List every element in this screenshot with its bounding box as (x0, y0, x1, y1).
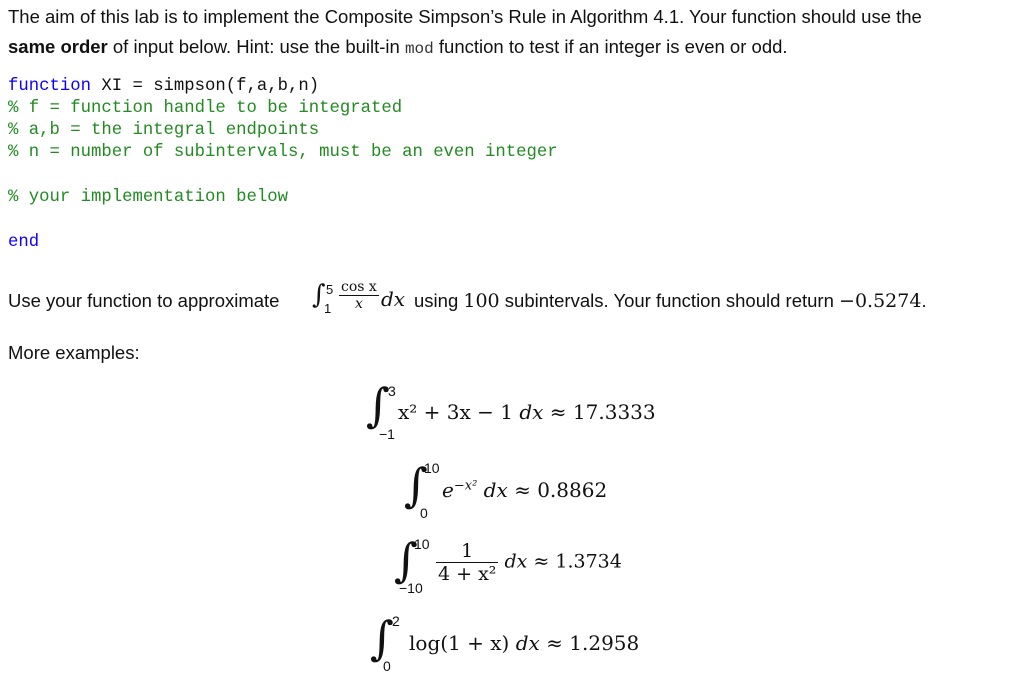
task-middle: using 100 subintervals. Your function sh… (414, 290, 927, 312)
differential: dx (515, 631, 540, 655)
integral-lower-limit: 1 (324, 301, 332, 316)
integral-lower-limit: −1 (379, 426, 395, 442)
integral-upper-limit: 3 (388, 383, 396, 399)
integrand: x² + 3x − 1 (398, 400, 513, 424)
task-differential: dx (381, 287, 406, 311)
keyword-end: end (8, 233, 40, 252)
code-comment-n: % n = number of subintervals, must be an… (8, 143, 558, 162)
fraction-numerator: cos x (339, 279, 379, 296)
fraction-denominator: x (354, 296, 363, 312)
integral-upper-limit: 5 (326, 282, 334, 297)
fraction-denominator: 4 + x² (438, 563, 497, 585)
intro-line-2: same order of input below. Hint: use the… (8, 36, 788, 58)
integral-upper-limit: 10 (424, 460, 440, 476)
mod-function-name: mod (404, 40, 434, 58)
integrand: log(1 + x) (409, 631, 510, 655)
example-1-expression: x² + 3x − 1 dx ≈ 17.3333 (398, 400, 656, 424)
task-fraction: cos x x (339, 279, 379, 312)
task-suffix: . (921, 290, 927, 311)
keyword-function: function (8, 77, 91, 96)
code-comment-implementation: % your implementation below (8, 188, 289, 207)
differential: dx (483, 478, 508, 502)
approx-value: ≈ 1.2958 (546, 631, 640, 655)
example-3-expression: 1 4 + x² dx ≈ 1.3734 (436, 540, 622, 585)
approx-value: ≈ 17.3333 (549, 400, 656, 424)
task-prefix: Use your function to approximate (8, 290, 280, 311)
integral-sign: ∫ (366, 378, 390, 432)
integral-lower-limit: 0 (383, 658, 391, 674)
intro-line-1: The aim of this lab is to implement the … (8, 6, 922, 27)
task-using: using (414, 290, 464, 311)
examples-heading: More examples: (8, 342, 140, 363)
integral-sign: ∫ (370, 611, 394, 665)
intro-text-b: function to test if an integer is even o… (433, 36, 788, 57)
code-comment-ab: % a,b = the integral endpoints (8, 121, 320, 140)
integral-lower-limit: −10 (399, 580, 423, 596)
task-expected-value: −0.5274 (839, 290, 922, 312)
task-subinterval-count: 100 (463, 290, 500, 312)
integrand-exponent: −x² (453, 478, 478, 494)
integral-upper-limit: 2 (392, 613, 400, 629)
intro-bold-phrase: same order (8, 36, 108, 57)
code-comment-f: % f = function handle to be integrated (8, 99, 403, 118)
integral-lower-limit: 0 (420, 505, 428, 521)
code-line-signature: function XI = simpson(f,a,b,n) (8, 77, 319, 96)
function-signature: XI = simpson(f,a,b,n) (90, 77, 320, 96)
integral-upper-limit: 10 (414, 536, 430, 552)
approx-value: ≈ 0.8862 (514, 478, 608, 502)
task-middle-text: subintervals. Your function should retur… (499, 290, 840, 311)
differential: dx (519, 400, 544, 424)
example-2-expression: e−x² dx ≈ 0.8862 (442, 478, 607, 502)
approx-value: ≈ 1.3734 (533, 550, 622, 573)
differential: dx (504, 550, 528, 573)
fraction-numerator: 1 (436, 540, 499, 563)
intro-text-a: of input below. Hint: use the built-in (107, 36, 405, 57)
example-4-expression: log(1 + x) dx ≈ 1.2958 (409, 631, 639, 655)
integrand-base: e (442, 478, 454, 502)
